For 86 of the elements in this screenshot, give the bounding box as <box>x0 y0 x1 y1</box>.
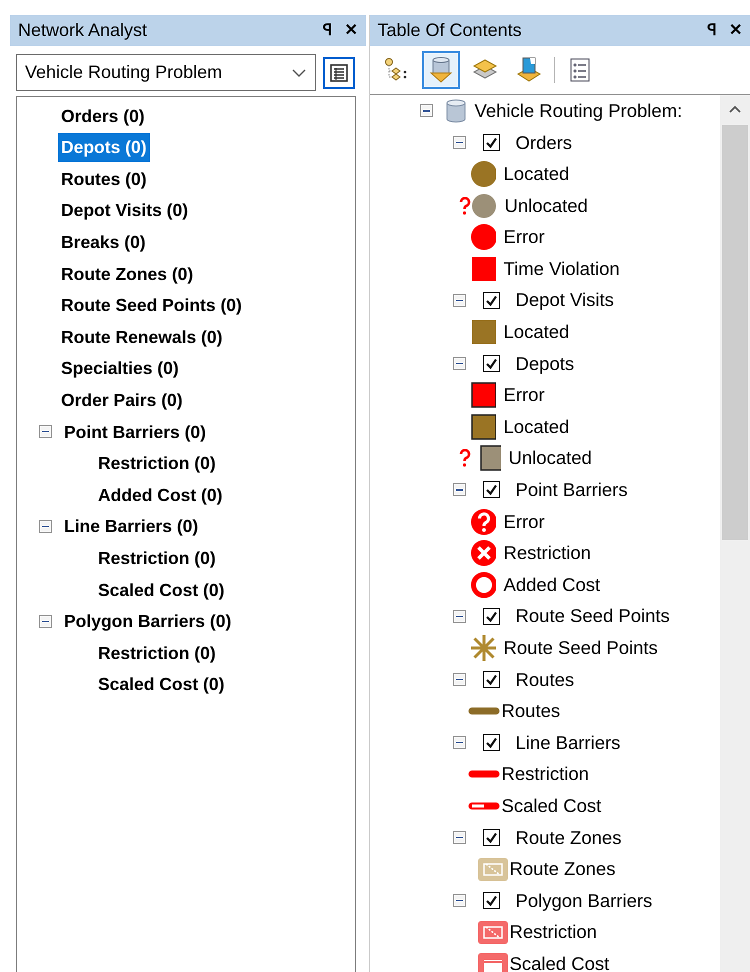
layer-checkbox[interactable] <box>482 292 500 309</box>
tree-item[interactable]: Route Seed Points (0) <box>58 291 245 320</box>
layer-name[interactable]: Route Seed Points <box>516 602 670 630</box>
collapse-toggle[interactable] <box>452 136 466 149</box>
legend-label: Routes <box>502 699 560 724</box>
layer-checkbox[interactable] <box>482 892 500 910</box>
legend-label: Unlocated <box>504 194 588 218</box>
layer-checkbox[interactable] <box>482 608 500 625</box>
collapse-toggle[interactable] <box>452 894 466 908</box>
legend-label: Unlocated <box>508 446 592 470</box>
collapse-toggle[interactable] <box>39 520 52 534</box>
panel-title: Table Of Contents <box>378 19 523 42</box>
legend-label: Located <box>504 414 570 439</box>
layer-name[interactable]: Depots <box>516 350 574 378</box>
layer-checkbox[interactable] <box>482 481 500 498</box>
collapse-toggle[interactable] <box>452 672 466 686</box>
legend-label: Error <box>504 383 545 408</box>
tree-item[interactable]: Order Pairs (0) <box>58 386 186 414</box>
panel-title: Network Analyst <box>18 19 148 42</box>
chevron-down-icon <box>291 68 307 78</box>
collapse-toggle[interactable] <box>452 736 466 750</box>
layer-name[interactable]: Orders <box>516 128 572 156</box>
layer-checkbox[interactable] <box>482 828 500 846</box>
collapse-toggle[interactable] <box>420 104 433 118</box>
scrollbar-thumb[interactable] <box>722 125 748 540</box>
tree-item[interactable]: Restriction (0) <box>95 449 219 478</box>
tree-item[interactable]: Depots (0) <box>58 133 150 162</box>
layer-name[interactable]: Route Zones <box>516 824 622 852</box>
properties-button[interactable] <box>323 56 355 88</box>
legend-label: Route Seed Points <box>504 636 658 660</box>
layer-name[interactable]: Point Barriers <box>516 476 628 504</box>
legend-label: Time Violation <box>504 256 620 281</box>
tree-item[interactable]: Polygon Barriers (0) <box>61 607 234 636</box>
layer-checkbox[interactable] <box>482 734 500 752</box>
tree-item[interactable]: Point Barriers (0) <box>61 418 209 446</box>
chevron-up-icon[interactable] <box>728 104 742 114</box>
layer-name[interactable]: Routes <box>516 666 574 694</box>
question-mark-icon <box>458 196 471 215</box>
legend-label: Restriction <box>504 541 591 566</box>
legend-label: Located <box>504 162 570 186</box>
close-button[interactable]: ✕ <box>344 22 358 38</box>
list-icon <box>330 64 348 82</box>
legend-label: Located <box>504 320 570 344</box>
tree-item[interactable]: Routes (0) <box>58 164 150 194</box>
collapse-toggle[interactable] <box>452 483 466 496</box>
collapse-toggle[interactable] <box>452 610 466 623</box>
collapse-toggle[interactable] <box>452 357 466 370</box>
layer-checkbox[interactable] <box>482 134 500 151</box>
collapse-toggle[interactable] <box>39 425 52 438</box>
layer-name[interactable]: Polygon Barriers <box>516 886 652 915</box>
tree-item[interactable]: Line Barriers (0) <box>61 512 202 541</box>
legend-label: Restriction <box>510 920 597 944</box>
tree-item[interactable]: Scaled Cost (0) <box>95 670 228 699</box>
tree-item[interactable]: Restriction (0) <box>95 544 219 572</box>
legend-label: Added Cost <box>504 572 600 597</box>
collapse-toggle[interactable] <box>452 294 466 307</box>
legend-label: Restriction <box>502 762 589 786</box>
layer-name[interactable]: Depot Visits <box>516 286 614 314</box>
tree-item[interactable]: Restriction (0) <box>95 638 219 668</box>
legend-label: Route Zones <box>510 857 616 882</box>
tree-item[interactable]: Added Cost (0) <box>95 480 226 510</box>
collapse-toggle[interactable] <box>452 830 466 844</box>
tree-item[interactable]: Breaks (0) <box>58 228 149 256</box>
tree-item[interactable]: Specialties (0) <box>58 354 182 383</box>
layer-checkbox[interactable] <box>482 355 500 372</box>
tree-item[interactable]: Depot Visits (0) <box>58 196 192 225</box>
legend-label: Error <box>504 510 545 534</box>
selection-layer-icon <box>514 56 543 84</box>
question-mark-icon <box>458 449 471 468</box>
database-icon <box>444 98 467 123</box>
layer-name[interactable]: Line Barriers <box>516 728 620 757</box>
tree-item[interactable]: Route Zones (0) <box>58 260 196 288</box>
tree-item[interactable]: Orders (0) <box>58 102 148 130</box>
collapse-toggle[interactable] <box>39 614 52 628</box>
scrollbar[interactable] <box>720 95 750 972</box>
layer-group-name[interactable]: Vehicle Routing Problem: <box>474 96 682 125</box>
legend-label: Error <box>504 225 545 250</box>
legend-label: Scaled Cost <box>502 794 602 818</box>
tree-item[interactable]: Scaled Cost (0) <box>95 576 228 604</box>
pin-button[interactable]: ꟼ <box>322 22 333 38</box>
legend-label: Scaled Cost <box>510 952 610 972</box>
layer-checkbox[interactable] <box>482 670 500 688</box>
tree-item[interactable]: Route Renewals (0) <box>58 322 226 352</box>
pin-button[interactable]: ꟼ <box>707 22 717 38</box>
solver-dropdown[interactable]: Vehicle Routing Problem <box>16 54 316 91</box>
close-button[interactable]: ✕ <box>729 22 742 38</box>
